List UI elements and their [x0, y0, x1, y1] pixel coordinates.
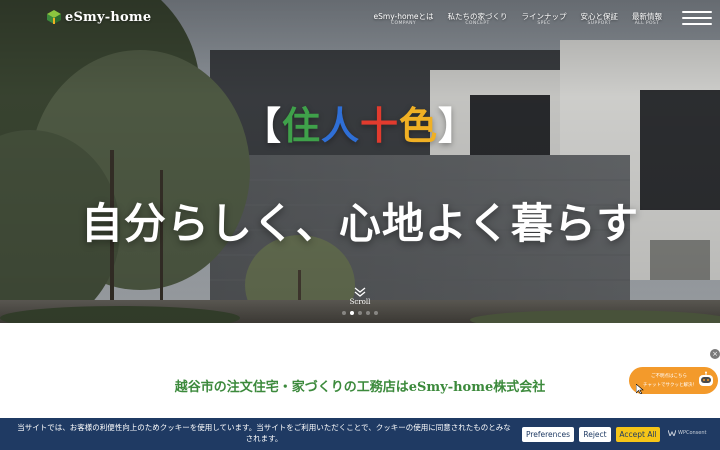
slider-dot[interactable]: [342, 311, 346, 315]
nav-item-all-post[interactable]: 最新情報 ALL POST: [632, 12, 662, 27]
nav-item-spec[interactable]: ラインナップ SPEC: [522, 12, 567, 27]
tagline-bracket-open: 【: [242, 103, 282, 148]
slider-dot[interactable]: [358, 311, 362, 315]
wpconsent-brand[interactable]: WPConsent: [668, 430, 707, 436]
logo-mark-icon: [47, 10, 61, 24]
nav-sublabel: SPEC: [537, 21, 551, 26]
hamburger-menu-icon[interactable]: [682, 11, 712, 25]
cookie-banner: 当サイトでは、お客様の利便性向上のためクッキーを使用しています。当サイトをご利用…: [0, 418, 720, 450]
tagline-char: 色: [399, 103, 439, 148]
slider-dot[interactable]: [374, 311, 378, 315]
cookie-accept-all-button[interactable]: Accept All: [616, 427, 660, 442]
tagline-char: 十: [360, 103, 400, 148]
nav-label: 最新情報: [632, 12, 662, 21]
tagline-bracket-close: 】: [438, 103, 478, 148]
slider-dots: [342, 311, 378, 315]
hero-section: eSmy-home eSmy-homeとは COMPANY 私たちの家づくり C…: [0, 0, 720, 323]
nav-sublabel: COMPANY: [391, 21, 417, 26]
nav-label: 私たちの家づくり: [447, 12, 508, 21]
nav-item-support[interactable]: 安心と保証 SUPPORT: [581, 12, 619, 27]
nav-sublabel: SUPPORT: [587, 21, 611, 26]
cursor-icon: [636, 384, 644, 394]
cookie-message: 当サイトでは、お客様の利便性向上のためクッキーを使用しています。当サイトをご利用…: [17, 423, 511, 443]
nav-label: ラインナップ: [521, 12, 567, 21]
hero-headline: 自分らしく、心地よく暮らす: [80, 199, 640, 248]
main-nav: eSmy-homeとは COMPANY 私たちの家づくり CONCEPT ライン…: [374, 12, 662, 27]
page-subtitle: 越谷市の注文住宅・家づくりの工務店はeSmy-home株式会社: [174, 380, 546, 395]
nav-item-company[interactable]: eSmy-homeとは COMPANY: [374, 12, 434, 27]
nav-label: 安心と保証: [580, 12, 619, 21]
scroll-label: Scroll: [349, 298, 371, 306]
page: eSmy-home eSmy-homeとは COMPANY 私たちの家づくり C…: [0, 0, 720, 450]
tagline-char: 住: [281, 103, 321, 148]
slider-dot[interactable]: [350, 311, 354, 315]
scroll-indicator[interactable]: Scroll: [340, 287, 380, 306]
chevron-double-down-icon: [354, 287, 366, 297]
chat-widget-line2: チャットでサクッと解決！: [643, 383, 697, 388]
cookie-reject-button[interactable]: Reject: [579, 427, 611, 442]
chat-bot-icon: [699, 371, 713, 386]
slider-dot[interactable]: [366, 311, 370, 315]
hero-tagline: 【住人十色】: [0, 95, 720, 150]
nav-label: eSmy-homeとは: [373, 12, 434, 21]
nav-sublabel: CONCEPT: [465, 21, 490, 26]
logo-text: eSmy-home: [65, 9, 152, 25]
cookie-preferences-button[interactable]: Preferences: [522, 427, 574, 442]
wpconsent-label: WPConsent: [678, 430, 707, 436]
tagline-char: 人: [320, 103, 360, 148]
hero-overlay: [0, 0, 720, 323]
nav-item-concept[interactable]: 私たちの家づくり CONCEPT: [448, 12, 508, 27]
nav-sublabel: ALL POST: [634, 21, 660, 26]
chat-widget-line1: ご不明点はこちら: [651, 374, 687, 379]
wpconsent-logo-icon: [668, 430, 676, 436]
close-icon[interactable]: ×: [710, 349, 720, 359]
site-logo[interactable]: eSmy-home: [46, 9, 151, 25]
